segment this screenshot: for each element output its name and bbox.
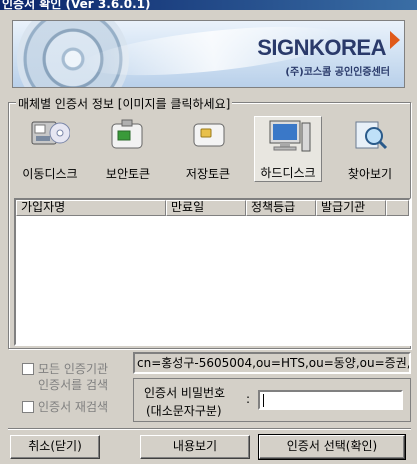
search-all-option[interactable]: 모든 인증기관 <box>22 360 108 377</box>
button-separator <box>8 428 411 430</box>
password-label: 인증서 비밀번호 <box>144 386 226 400</box>
storage-token-icon <box>188 116 228 152</box>
column-header-expiry[interactable]: 만료일 <box>166 200 246 216</box>
search-all-checkbox[interactable] <box>22 362 34 375</box>
view-content-button[interactable]: 내용보기 <box>140 435 250 459</box>
hard-disk-computer-icon <box>268 117 311 153</box>
password-input[interactable] <box>258 390 403 410</box>
research-checkbox[interactable] <box>22 400 34 413</box>
media-group-label: 매체별 인증서 정보 [이미지를 클릭하세요] <box>16 95 233 112</box>
removable-disk-icon <box>30 116 71 152</box>
password-colon: : <box>246 392 251 406</box>
brand-subtitle: (주)코스콤 공인인증센터 <box>285 67 390 78</box>
brand-arrow-icon <box>390 31 400 49</box>
certificate-list[interactable]: 가입자명 만료일 정책등급 발급기관 <box>14 198 411 346</box>
cancel-close-button[interactable]: 취소(닫기) <box>10 435 100 459</box>
certificate-dn-field: cn=홍성구-5605004,ou=HTS,ou=동양,ou=증권,o=Sign… <box>133 352 411 374</box>
security-token-icon <box>108 116 148 152</box>
password-case-note: (대소문자구분) <box>146 404 222 418</box>
media-browse[interactable]: 찾아보기 <box>336 116 404 182</box>
media-storage-token[interactable]: 저장토큰 <box>174 116 242 182</box>
search-all-label-cont: 인증서를 검색 <box>38 378 109 392</box>
title-bar: 인증서 확인 (Ver 3.6.0.1) <box>0 0 417 10</box>
window-title: 인증서 확인 (Ver 3.6.0.1) <box>2 0 151 10</box>
column-header-policy[interactable]: 정책등급 <box>246 200 316 216</box>
column-header-issuer[interactable]: 발급기관 <box>316 200 386 216</box>
research-option[interactable]: 인증서 재검색 <box>22 398 108 415</box>
brand-logo: SIGNKOREA <box>257 35 386 60</box>
media-hard-disk[interactable]: 하드디스크 <box>254 116 322 182</box>
select-certificate-button[interactable]: 인증서 선택(확인) <box>258 434 406 460</box>
column-header-filler <box>386 200 409 216</box>
list-header: 가입자명 만료일 정책등급 발급기관 <box>16 200 409 216</box>
column-header-subscriber[interactable]: 가입자명 <box>16 200 166 216</box>
media-removable-disk[interactable]: 이동디스크 <box>16 116 84 182</box>
browse-folder-icon <box>350 116 390 152</box>
signkorea-banner: SIGNKOREA (주)코스콤 공인인증센터 <box>12 20 405 88</box>
media-security-token[interactable]: 보안토큰 <box>94 116 162 182</box>
